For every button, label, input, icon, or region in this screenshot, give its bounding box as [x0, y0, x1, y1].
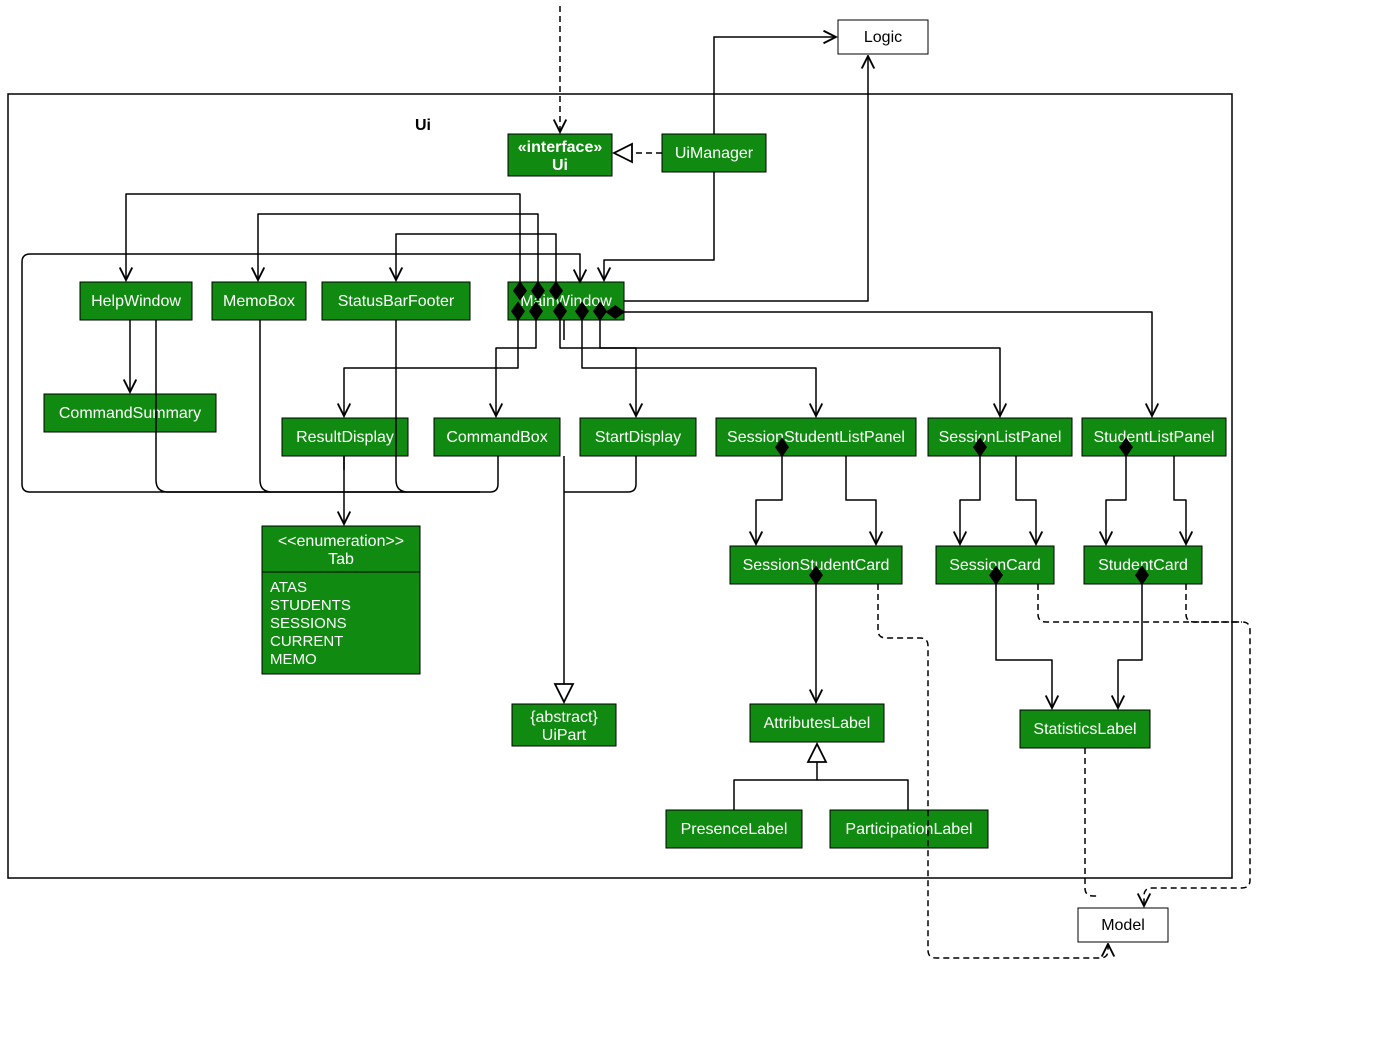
- edge-uimanager-to-logic: [714, 37, 836, 134]
- svg-text:Ui: Ui: [552, 157, 568, 174]
- class-commandbox: CommandBox: [434, 418, 560, 456]
- class-helpwindow: HelpWindow: [80, 282, 192, 320]
- edge-uimanager-to-mainwindow: [604, 172, 714, 280]
- edge-ssllp-comp-sscard: [756, 456, 782, 544]
- class-model: Model: [1078, 908, 1168, 942]
- class-logic: Logic: [838, 20, 928, 54]
- class-resultdisplay: ResultDisplay: [282, 418, 408, 456]
- svg-text:CommandBox: CommandBox: [446, 429, 547, 446]
- edge-mainwindow-comp-memobox: [258, 214, 538, 282]
- svg-text:StudentCard: StudentCard: [1098, 557, 1188, 574]
- svg-text:Logic: Logic: [864, 29, 902, 46]
- svg-text:AttributesLabel: AttributesLabel: [764, 715, 871, 732]
- edge-participation-gen-attributes: [817, 780, 908, 810]
- class-statisticslabel: StatisticsLabel: [1020, 710, 1150, 748]
- svg-text:Tab: Tab: [328, 551, 354, 568]
- svg-text:StudentListPanel: StudentListPanel: [1094, 429, 1215, 446]
- svg-text:MemoBox: MemoBox: [223, 293, 295, 310]
- edge-mainwindow-to-logic: [624, 56, 868, 301]
- class-uipart: {abstract} UiPart: [512, 704, 616, 746]
- edge-mainwindow-comp-statusbarfooter: [396, 234, 556, 282]
- edge-mainwindow-comp-resultdisplay: [344, 320, 518, 416]
- edge-mainwindow-comp-ssllp: [582, 320, 816, 416]
- svg-text:SessionStudentListPanel: SessionStudentListPanel: [727, 429, 905, 446]
- svg-text:CURRENT: CURRENT: [270, 633, 343, 650]
- svg-text:SessionCard: SessionCard: [949, 557, 1041, 574]
- class-mainwindow: MainWindow: [508, 282, 624, 320]
- class-sessioncard: SessionCard: [936, 546, 1054, 584]
- svg-text:SESSIONS: SESSIONS: [270, 615, 347, 632]
- class-commandsummary: CommandSummary: [44, 394, 216, 432]
- class-attributeslabel: AttributesLabel: [750, 704, 884, 742]
- class-sessionstudentcard: SessionStudentCard: [730, 546, 902, 584]
- edge-mainwindow-comp-studentlistpanel: [624, 312, 1152, 416]
- svg-text:STUDENTS: STUDENTS: [270, 597, 351, 614]
- svg-text:MEMO: MEMO: [270, 651, 317, 668]
- edge-studentlistpanel-to-studentcard-2: [1174, 456, 1186, 544]
- class-studentcard: StudentCard: [1084, 546, 1202, 584]
- class-startdisplay: StartDisplay: [580, 418, 696, 456]
- class-sessionlistpanel: SessionListPanel: [928, 418, 1072, 456]
- svg-text:Model: Model: [1101, 917, 1145, 934]
- svg-text:UiManager: UiManager: [675, 145, 754, 162]
- svg-text:MainWindow: MainWindow: [520, 293, 612, 310]
- class-participationlabel: ParticipationLabel: [830, 810, 988, 848]
- edge-studentcard-comp-statslabel: [1118, 584, 1142, 708]
- svg-text:ATAS: ATAS: [270, 579, 307, 596]
- class-memobox: MemoBox: [212, 282, 306, 320]
- edge-sessioncard-comp-statslabel: [996, 584, 1052, 708]
- class-uimanager: UiManager: [662, 134, 766, 172]
- edge-right-panels-to-uipart: [344, 456, 636, 492]
- edge-mainwindow-comp-helpwindow: [126, 194, 520, 282]
- svg-text:«interface»: «interface»: [518, 139, 603, 156]
- package-ui-label: Ui: [415, 117, 431, 134]
- edge-studentcard-to-model: [1186, 584, 1242, 622]
- svg-text:HelpWindow: HelpWindow: [91, 293, 181, 310]
- edge-studentlistpanel-comp-studentcard: [1106, 456, 1126, 544]
- edge-sessionlistpanel-to-sessioncard-2: [1016, 456, 1036, 544]
- package-ui-border: [8, 94, 1232, 878]
- svg-text:UiPart: UiPart: [542, 727, 587, 744]
- class-presencelabel: PresenceLabel: [666, 810, 802, 848]
- edge-sessionlistpanel-comp-sessioncard: [960, 456, 980, 544]
- svg-text:SessionListPanel: SessionListPanel: [939, 429, 1062, 446]
- class-tab-enum: <<enumeration>> Tab ATAS STUDENTS SESSIO…: [262, 526, 420, 674]
- class-sessionstudentlistpanel: SessionStudentListPanel: [716, 418, 916, 456]
- edge-sscard-to-model: [878, 584, 1108, 958]
- svg-text:SessionStudentCard: SessionStudentCard: [743, 557, 890, 574]
- svg-text:<<enumeration>>: <<enumeration>>: [278, 533, 404, 550]
- edge-ssllp-to-sscard-2: [846, 456, 876, 544]
- svg-text:CommandSummary: CommandSummary: [59, 405, 201, 422]
- class-studentlistpanel: StudentListPanel: [1082, 418, 1226, 456]
- svg-text:PresenceLabel: PresenceLabel: [681, 821, 788, 838]
- svg-text:StartDisplay: StartDisplay: [595, 429, 681, 446]
- svg-text:{abstract}: {abstract}: [530, 709, 598, 726]
- edge-statslabel-to-model: [1085, 748, 1100, 896]
- svg-text:StatisticsLabel: StatisticsLabel: [1033, 721, 1136, 738]
- svg-text:ParticipationLabel: ParticipationLabel: [845, 821, 972, 838]
- class-ui-interface: «interface» Ui: [508, 134, 612, 176]
- edge-presence-gen-attributes: [734, 744, 817, 810]
- class-statusbarfooter: StatusBarFooter: [322, 282, 470, 320]
- svg-text:ResultDisplay: ResultDisplay: [296, 429, 394, 446]
- svg-text:StatusBarFooter: StatusBarFooter: [338, 293, 455, 310]
